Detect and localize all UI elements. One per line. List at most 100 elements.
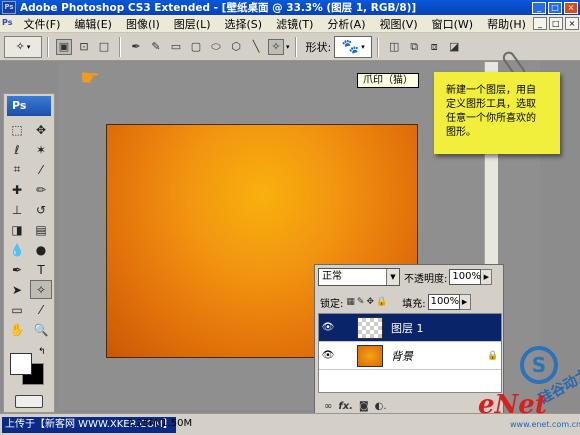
shape-picker[interactable]: 🐾 ▾ [334, 35, 373, 58]
brush-tool-icon[interactable]: ✏ [30, 180, 52, 199]
hand-cursor-icon: ☛ [80, 66, 100, 91]
minimize-button[interactable]: _ [532, 1, 546, 14]
swap-colors-icon[interactable]: ↰ [38, 347, 46, 357]
color-swatches: ↰ [10, 347, 50, 387]
lock-transparent-icon[interactable]: ▦ [346, 297, 355, 307]
line-icon[interactable]: ╲ [248, 39, 264, 55]
menu-image[interactable]: 图像(I) [119, 16, 167, 32]
doc-close-button[interactable]: × [564, 17, 579, 30]
lock-icon: 🔒 [487, 350, 499, 361]
lasso-tool-icon[interactable]: ℓ [6, 140, 28, 159]
doc-size-info[interactable]: 2.25M/1.50M [127, 418, 192, 429]
chevron-down-icon: ▼ [386, 269, 399, 285]
lock-label: 锁定: [320, 298, 344, 310]
path-selection-tool-icon[interactable]: ➤ [6, 280, 28, 299]
tool-preset-picker[interactable]: ✧ ▾ [4, 35, 42, 58]
close-button[interactable]: × [564, 1, 578, 14]
fill-input[interactable]: 100% [427, 294, 460, 310]
menu-edit[interactable]: 编辑(E) [67, 16, 119, 32]
chevron-down-icon[interactable]: ▾ [286, 43, 290, 51]
menu-help[interactable]: 帮助(H) [480, 16, 533, 32]
ps-logo[interactable]: Ps [7, 96, 51, 116]
freeform-pen-icon[interactable]: ✎ [148, 39, 164, 55]
dodge-tool-icon[interactable]: ● [30, 240, 52, 259]
layer-thumbnail [357, 316, 383, 339]
eyedropper-tool-icon[interactable]: ⁄ [30, 160, 52, 179]
app-menu-icon[interactable]: Ps [2, 17, 13, 30]
intersect-mode-icon[interactable]: ◪ [446, 39, 462, 55]
menu-analysis[interactable]: 分析(A) [320, 16, 372, 32]
custom-shape-tool-icon[interactable]: ✧ [30, 280, 52, 299]
layer-row-layer1[interactable]: 👁 图层 1 [319, 314, 501, 342]
layer-row-background[interactable]: 👁 背景 🔒 [319, 342, 501, 370]
fx-icon[interactable]: fx. [338, 401, 353, 412]
blur-tool-icon[interactable]: 💧 [6, 240, 28, 259]
hand-tool-icon[interactable]: ✋ [6, 320, 28, 339]
fill-label: 填充: [402, 298, 426, 310]
crop-tool-icon[interactable]: ⌗ [6, 160, 28, 179]
healing-brush-tool-icon[interactable]: ✚ [6, 180, 28, 199]
gradient-tool-icon[interactable]: ▤ [30, 220, 52, 239]
menu-window[interactable]: 窗口(W) [425, 16, 480, 32]
doc-minimize-button[interactable]: _ [532, 17, 547, 30]
layers-panel-footer: ∞ fx. ◙ ◐. [318, 399, 502, 413]
pen-tool-icon[interactable]: ✒ [6, 260, 28, 279]
eye-icon[interactable]: 👁 [319, 350, 337, 361]
shape-tooltip: 爪印（猫） [357, 73, 419, 88]
polygon-icon[interactable]: ⬡ [228, 39, 244, 55]
new-layer-mode-icon[interactable]: ◫ [386, 39, 402, 55]
blend-mode-select[interactable]: 正常 ▼ [318, 268, 400, 286]
brush-link-icon [339, 321, 353, 335]
menu-layer[interactable]: 图层(L) [167, 16, 218, 32]
layer-thumbnail [357, 344, 383, 367]
paths-icon[interactable]: ⊡ [76, 39, 92, 55]
lock-position-icon[interactable]: ✥ [366, 297, 374, 307]
rectangle-icon[interactable]: ▭ [168, 39, 184, 55]
notes-tool-icon[interactable]: ▭ [6, 300, 28, 319]
instruction-note: 新建一个图层，用自 定义图形工具，选取 任意一个你所喜欢的 图形。 [434, 72, 560, 154]
add-mode-icon[interactable]: ⧉ [406, 39, 422, 55]
pen-icon[interactable]: ✒ [128, 39, 144, 55]
custom-shape-tool-icon[interactable]: ✧ [268, 38, 284, 55]
adjustment-icon[interactable]: ◐. [375, 401, 387, 412]
layer-name: 背景 [391, 349, 413, 363]
options-bar: ✧ ▾ ▣ ⊡ □ ✒ ✎ ▭ ▢ ⬭ ⬡ ╲ ✧ ▾ 形状: 🐾 ▾ ◫ ⧉ ⧈ … [0, 33, 580, 61]
history-brush-tool-icon[interactable]: ↺ [30, 200, 52, 219]
menu-filter[interactable]: 滤镜(T) [269, 16, 320, 32]
doc-restore-button[interactable]: □ [548, 17, 563, 30]
shape-layers-icon[interactable]: ▣ [56, 38, 72, 55]
marquee-tool-icon[interactable]: ⬚ [6, 120, 28, 139]
maximize-button[interactable]: □ [548, 1, 562, 14]
eraser-tool-icon[interactable]: ◨ [6, 220, 28, 239]
title-bar: Ps Adobe Photoshop CS3 Extended - [壁纸桌面 … [0, 0, 580, 15]
menu-select[interactable]: 选择(S) [218, 16, 270, 32]
magic-wand-tool-icon[interactable]: ✶ [30, 140, 52, 159]
ellipse-icon[interactable]: ⬭ [208, 39, 224, 55]
divider [377, 36, 380, 57]
subtract-mode-icon[interactable]: ⧈ [426, 39, 442, 55]
opacity-input[interactable]: 100% [449, 269, 482, 285]
menu-bar: Ps 文件(F) 编辑(E) 图像(I) 图层(L) 选择(S) 滤镜(T) 分… [0, 15, 580, 33]
menu-view[interactable]: 视图(V) [373, 16, 425, 32]
rounded-rectangle-icon[interactable]: ▢ [188, 39, 204, 55]
foreground-color-swatch[interactable] [10, 353, 32, 375]
opacity-label: 不透明度: [404, 273, 448, 285]
watermark-url: www.enet.com.cn [510, 420, 580, 429]
note-text: 新建一个图层，用自 定义图形工具，选取 任意一个你所喜欢的 图形。 [446, 85, 536, 138]
move-tool-icon[interactable]: ✥ [30, 120, 52, 139]
lock-image-icon[interactable]: ✎ [357, 297, 365, 307]
eyedropper-icon[interactable]: ⁄ [30, 300, 52, 319]
fill-slider-button[interactable]: ▶ [459, 294, 471, 310]
menu-file[interactable]: 文件(F) [16, 16, 67, 32]
quick-mask-button[interactable] [15, 395, 43, 408]
clone-stamp-tool-icon[interactable]: ⊥ [6, 200, 28, 219]
link-icon[interactable]: ∞ [324, 401, 332, 412]
fill-pixels-icon[interactable]: □ [96, 39, 112, 55]
zoom-tool-icon[interactable]: 🔍 [30, 320, 52, 339]
type-tool-icon[interactable]: T [30, 260, 52, 279]
opacity-slider-button[interactable]: ▶ [481, 269, 493, 285]
lock-all-icon[interactable]: 🔒 [376, 297, 387, 307]
mask-icon[interactable]: ◙ [359, 401, 369, 412]
shape-label: 形状: [305, 40, 332, 54]
eye-icon[interactable]: 👁 [319, 322, 337, 333]
